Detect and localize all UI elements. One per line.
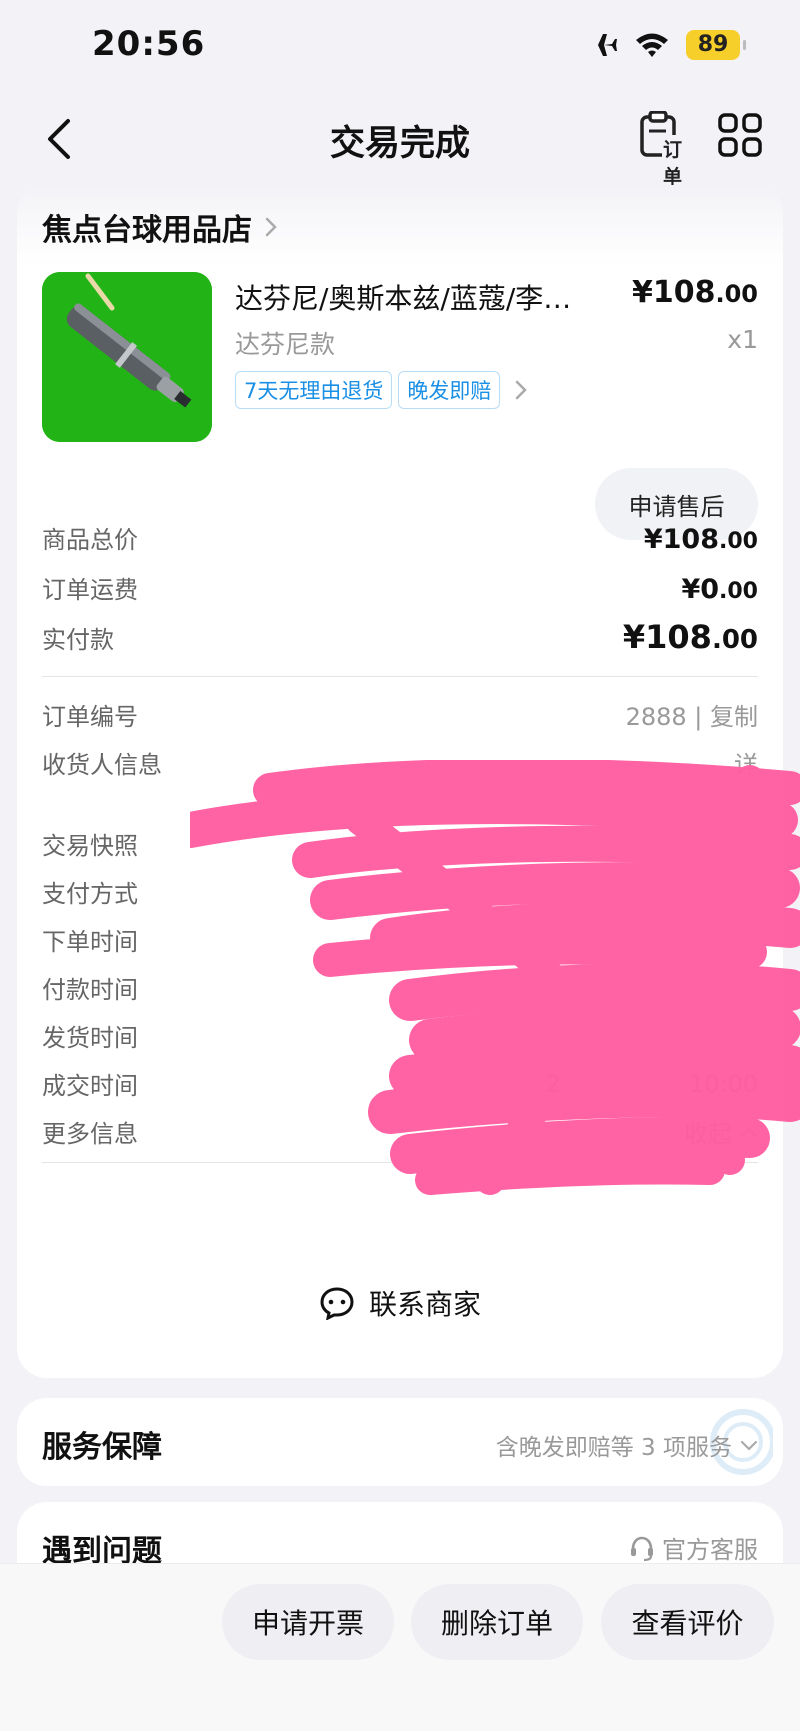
shipping-value: ¥0.00 bbox=[681, 574, 758, 605]
bottom-action-bar: 申请开票 删除订单 查看评价 bbox=[0, 1563, 800, 1731]
collapse-toggle[interactable]: 收起 bbox=[684, 1114, 758, 1149]
invoice-button[interactable]: 申请开票 bbox=[222, 1584, 394, 1660]
status-bar: 20:56 89 bbox=[0, 0, 800, 95]
deal-time-label: 成交时间 bbox=[42, 1072, 138, 1100]
product-price: ¥108.00 bbox=[631, 275, 758, 310]
receiver-label: 收货人信息 bbox=[42, 751, 162, 779]
service-tags[interactable]: 7天无理由退货 晚发即赔 bbox=[235, 371, 528, 409]
product-variant: 达芬尼款 bbox=[235, 330, 336, 359]
divider bbox=[42, 676, 758, 677]
order-no-row: 订单编号 2888 | 复制 bbox=[42, 697, 758, 732]
goods-total-label: 商品总价 bbox=[42, 526, 138, 554]
divider bbox=[42, 1162, 758, 1163]
shop-name: 焦点台球用品店 bbox=[42, 213, 252, 248]
contact-merchant-label: 联系商家 bbox=[368, 1288, 481, 1321]
order-card: 焦点台球用品店 达芬尼/奥斯本兹/蓝蔻/李… ¥108.00 达芬尼款 x1 7… bbox=[17, 185, 783, 1378]
ship-time-row: 发货时间 bbox=[42, 1018, 758, 1053]
shipping-row: 订单运费 ¥0.00 bbox=[42, 570, 758, 605]
snapshot-label: 交易快照 bbox=[42, 832, 138, 860]
status-icons: 89 bbox=[584, 30, 746, 60]
shipping-label: 订单运费 bbox=[42, 576, 138, 604]
cue-shaft-icon bbox=[42, 272, 212, 442]
order-time-row: 下单时间 bbox=[42, 922, 758, 957]
more-info-label: 更多信息 bbox=[42, 1120, 138, 1148]
paid-value: ¥108.00 bbox=[622, 618, 758, 656]
pay-time-row: 付款时间 bbox=[42, 970, 758, 1005]
pay-method-label: 支付方式 bbox=[42, 880, 138, 908]
deal-time-row: 成交时间 2 10:00 bbox=[42, 1066, 758, 1101]
product-image[interactable] bbox=[42, 272, 212, 442]
chat-icon bbox=[320, 1287, 354, 1320]
snapshot-row[interactable]: 交易快照 bbox=[42, 826, 758, 861]
order-no-copy[interactable]: 2888 | 复制 bbox=[626, 697, 758, 732]
paid-label: 实付款 bbox=[42, 626, 114, 654]
receiver-row: 收货人信息 详 bbox=[42, 745, 758, 780]
view-review-button[interactable]: 查看评价 bbox=[601, 1584, 774, 1660]
chevron-right-icon bbox=[265, 217, 277, 237]
goods-total-value: ¥108.00 bbox=[643, 524, 758, 555]
paid-row: 实付款 ¥108.00 bbox=[42, 618, 758, 656]
order-time-label: 下单时间 bbox=[42, 928, 138, 956]
nav-bar: 交易完成 订单 bbox=[0, 95, 800, 189]
headset-icon bbox=[631, 1536, 653, 1561]
grid-icon[interactable] bbox=[718, 113, 762, 157]
tag-late-compensation: 晚发即赔 bbox=[398, 371, 501, 409]
contact-merchant-button[interactable]: 联系商家 bbox=[17, 1283, 783, 1323]
service-title: 服务保障 bbox=[42, 1430, 162, 1465]
receiver-detail-link[interactable]: 详 bbox=[734, 745, 758, 780]
battery-indicator: 89 bbox=[686, 30, 746, 60]
chevron-up-icon bbox=[740, 1126, 758, 1137]
wifi-icon bbox=[636, 33, 668, 57]
pay-time-label: 付款时间 bbox=[42, 976, 138, 1004]
service-guarantee-card[interactable]: 服务保障 含晚发即赔等 3 项服务 bbox=[17, 1398, 783, 1486]
delete-order-button[interactable]: 删除订单 bbox=[411, 1584, 583, 1660]
official-cs-button[interactable]: 官方客服 bbox=[628, 1530, 758, 1565]
pay-method-row: 支付方式 bbox=[42, 874, 758, 909]
tag-return-7days: 7天无理由退货 bbox=[235, 371, 393, 409]
order-no-label: 订单编号 bbox=[42, 703, 138, 731]
more-info-row: 更多信息 收起 bbox=[42, 1114, 758, 1149]
product-title[interactable]: 达芬尼/奥斯本兹/蓝蔻/李… bbox=[235, 277, 605, 317]
goods-total-row: 商品总价 ¥108.00 bbox=[42, 520, 758, 555]
deal-time-value: 2 10:00 bbox=[545, 1069, 758, 1098]
shop-link[interactable]: 焦点台球用品店 bbox=[42, 205, 278, 249]
status-time: 20:56 bbox=[92, 24, 206, 64]
chevron-down-icon bbox=[740, 1440, 758, 1451]
chevron-right-icon bbox=[516, 380, 528, 400]
order-button[interactable]: 订单 bbox=[638, 109, 700, 189]
service-summary[interactable]: 含晚发即赔等 3 项服务 bbox=[496, 1428, 758, 1462]
product-quantity: x1 bbox=[727, 325, 758, 354]
order-label: 订单 bbox=[662, 135, 700, 189]
ship-time-label: 发货时间 bbox=[42, 1024, 138, 1052]
airplane-icon bbox=[587, 34, 617, 56]
